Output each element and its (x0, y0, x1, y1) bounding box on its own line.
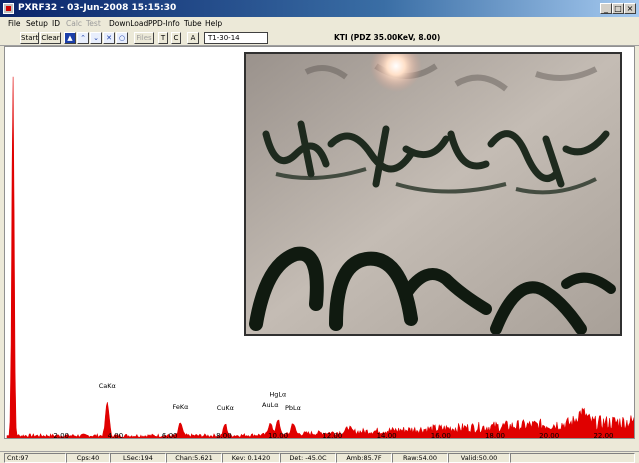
camera-image (246, 54, 620, 334)
title-bar[interactable]: PXRF32 - 03-Jun-2008 15:15:30 _ □ × (0, 0, 639, 17)
peak-label: PbLα (285, 404, 301, 412)
status-live-seconds: LSec:194 (110, 453, 166, 463)
menu-download[interactable]: DownLoad (109, 17, 148, 30)
t-button[interactable]: T (158, 32, 168, 44)
x-tick-label: 4.00 (108, 432, 124, 439)
x-tick-label: 8.00 (216, 432, 232, 439)
application-window: PXRF32 - 03-Jun-2008 15:15:30 _ □ × File… (0, 0, 639, 463)
status-kev: Kev: 0.1420 (222, 453, 280, 463)
menu-id[interactable]: ID (52, 17, 60, 30)
menu-test[interactable]: Test (86, 17, 101, 30)
peak-label: AuLα (262, 401, 278, 409)
x-tick-label: 2.00 (53, 432, 69, 439)
close-button[interactable]: × (624, 3, 636, 14)
status-detector-temp: Det: -45.0C (280, 453, 336, 463)
x-tick-label: 20.00 (539, 432, 559, 439)
arrow-up-icon[interactable]: ▲ (64, 32, 76, 44)
peak-label: HgLα (269, 390, 286, 398)
peak-label: FeKα (173, 403, 189, 411)
a-button[interactable]: A (187, 32, 199, 44)
status-valid: Valid:50.00 (448, 453, 510, 463)
x-tick-label: 22.00 (593, 432, 613, 439)
arrow-up-small-icon[interactable]: ⌃ (77, 32, 89, 44)
menu-tube[interactable]: Tube (184, 17, 202, 30)
x-tick-label: 10.00 (268, 432, 288, 439)
status-bar: Cnt:97 Cps:40 LSec:194 Chan:5.621 Kev: 0… (0, 451, 639, 463)
measurement-condition: KTI (PDZ 35.00KeV, 8.00) (334, 33, 441, 42)
toolbar: Start Clear ▲ ⌃ ⌄ ✕ ○ Files T C A T1-30-… (0, 30, 639, 46)
peak-label: CaKα (99, 382, 116, 390)
x-tick-label: 16.00 (431, 432, 451, 439)
x-tick-label: 14.00 (377, 432, 397, 439)
menu-file[interactable]: File (8, 17, 21, 30)
status-channel: Chan:5.621 (166, 453, 222, 463)
minimize-button[interactable]: _ (600, 3, 612, 14)
peak-label: CuKα (217, 404, 234, 412)
status-cps: Cps:40 (66, 453, 110, 463)
files-button[interactable]: Files (134, 32, 154, 44)
status-empty-panel (510, 453, 635, 463)
status-raw: Raw:54.00 (392, 453, 448, 463)
x-tick-label: 6.00 (162, 432, 178, 439)
start-button[interactable]: Start (20, 32, 39, 44)
x-tick-label: 12.00 (322, 432, 342, 439)
menu-ppd-info[interactable]: PPD-Info (148, 17, 180, 30)
menu-bar: File Setup ID Calc Test DownLoad PPD-Inf… (0, 17, 639, 30)
close-icon[interactable]: ✕ (103, 32, 115, 44)
clear-button[interactable]: Clear (40, 32, 61, 44)
camera-view (244, 52, 622, 336)
c-button[interactable]: C (171, 32, 181, 44)
status-count: Cnt:97 (4, 453, 66, 463)
arrow-down-icon[interactable]: ⌄ (90, 32, 102, 44)
sample-id-field[interactable]: T1-30-14 (204, 32, 268, 44)
menu-calc[interactable]: Calc (66, 17, 82, 30)
window-title: PXRF32 - 03-Jun-2008 15:15:30 (18, 3, 177, 13)
x-tick-label: 18.00 (485, 432, 505, 439)
circle-icon[interactable]: ○ (116, 32, 128, 44)
menu-setup[interactable]: Setup (26, 17, 48, 30)
status-ambient-temp: Amb:85.7F (336, 453, 392, 463)
app-icon[interactable] (3, 3, 14, 14)
maximize-button[interactable]: □ (612, 3, 624, 14)
menu-help[interactable]: Help (205, 17, 222, 30)
